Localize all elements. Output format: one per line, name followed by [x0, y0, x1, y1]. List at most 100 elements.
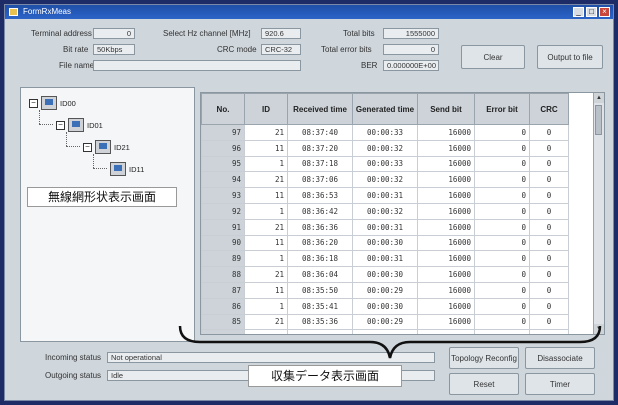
table-cell: 0: [529, 281, 569, 299]
ber-field: 0.000000E+00: [383, 60, 439, 71]
table-cell: 0: [474, 202, 530, 220]
tree-node-id11[interactable]: ID11: [110, 162, 144, 176]
table-cell: 0: [474, 187, 530, 204]
table-cell: 91: [201, 218, 245, 236]
table-cell: 00:00:29: [352, 281, 418, 299]
timer-button[interactable]: Timer: [525, 373, 595, 395]
table-cell: 89: [201, 250, 245, 268]
tree-node-label: ID01: [87, 120, 103, 130]
table-cell: 16000: [417, 234, 475, 252]
table-cell: 0: [474, 281, 530, 299]
table-cell: 93: [201, 187, 245, 204]
table-cell: 0: [529, 187, 569, 204]
col-generated-time[interactable]: Generated time: [352, 93, 418, 125]
table-cell: 96: [201, 139, 245, 157]
total-error-bits-label: Total error bits: [321, 45, 372, 54]
table-cell: 00:00:31: [352, 187, 418, 204]
table-cell: 16000: [417, 155, 475, 173]
col-id[interactable]: ID: [244, 93, 288, 125]
table-cell: 0: [529, 266, 569, 283]
table-cell: 1: [244, 202, 288, 220]
table-cell: 00:00:32: [352, 139, 418, 157]
title-bar: FormRxMeas _ □ ×: [5, 5, 613, 19]
table-row[interactable]: 91 21 08:36:36 00:00:31 16000 0 0: [201, 218, 569, 236]
topology-tree[interactable]: − ID00 − ID01 − ID21 ID11: [20, 87, 195, 342]
table-row[interactable]: 86 1 08:35:41 00:00:30 16000 0 0: [201, 297, 569, 315]
table-cell: 87: [201, 281, 245, 299]
table-cell: 00:00:33: [352, 124, 418, 141]
tree-node-id01[interactable]: − ID01: [56, 118, 103, 132]
tree-node-id00[interactable]: − ID00: [29, 96, 76, 110]
table-cell: 21: [244, 218, 288, 236]
minimize-icon[interactable]: _: [573, 7, 584, 17]
table-cell: 00:00:30: [352, 297, 418, 315]
table-cell: 00:00:30: [352, 266, 418, 283]
table-cell: 16000: [417, 250, 475, 268]
scroll-up-icon[interactable]: ▲: [594, 93, 604, 103]
tree-node-label: ID11: [129, 164, 145, 174]
table-cell: 00:00:33: [352, 155, 418, 173]
crc-mode-label: CRC mode: [217, 45, 257, 54]
file-name-field[interactable]: [93, 60, 301, 71]
table-row[interactable]: 88 21 08:36:04 00:00:30 16000 0 0: [201, 266, 569, 283]
crc-mode-field[interactable]: CRC-32: [261, 44, 301, 55]
table-cell: 95: [201, 155, 245, 173]
table-cell: 08:36:18: [287, 250, 353, 268]
table-row[interactable]: 95 1 08:37:18 00:00:33 16000 0 0: [201, 155, 569, 173]
table-cell: 16000: [417, 297, 475, 315]
table-cell: 08:35:50: [287, 281, 353, 299]
table-header-row: No. ID Received time Generated time Send…: [201, 93, 569, 125]
table-row[interactable]: 97 21 08:37:40 00:00:33 16000 0 0: [201, 124, 569, 141]
table-cell: 00:00:30: [352, 234, 418, 252]
terminal-address-field[interactable]: 0: [93, 28, 135, 39]
table-cell: 00:00:31: [352, 250, 418, 268]
table-cell: 16000: [417, 218, 475, 236]
table-row[interactable]: 92 1 08:36:42 00:00:32 16000 0 0: [201, 202, 569, 220]
total-bits-field: 1555000: [383, 28, 439, 39]
collapse-icon[interactable]: −: [29, 98, 38, 108]
select-channel-label: Select Hz channel [MHz]: [163, 29, 251, 38]
table-cell: 0: [529, 124, 569, 141]
table-cell: 0: [529, 171, 569, 189]
table-cell: 08:37:40: [287, 124, 353, 141]
reset-button[interactable]: Reset: [449, 373, 519, 395]
bit-rate-field[interactable]: 50Kbps: [93, 44, 135, 55]
table-cell: 86: [201, 297, 245, 315]
col-crc[interactable]: CRC: [529, 93, 569, 125]
table-row[interactable]: 94 21 08:37:06 00:00:32 16000 0 0: [201, 171, 569, 189]
data-grid[interactable]: No. ID Received time Generated time Send…: [200, 92, 605, 335]
scroll-thumb[interactable]: [595, 105, 602, 135]
tree-node-label: ID21: [114, 142, 130, 152]
collapse-icon[interactable]: −: [56, 120, 65, 130]
table-cell: 08:36:36: [287, 218, 353, 236]
table-cell: 1: [244, 155, 288, 173]
table-row[interactable]: 93 11 08:36:53 00:00:31 16000 0 0: [201, 187, 569, 204]
computer-icon: [110, 162, 126, 176]
select-channel-field[interactable]: 920.6: [261, 28, 301, 39]
output-to-file-button[interactable]: Output to file: [537, 45, 603, 69]
col-no[interactable]: No.: [201, 93, 245, 125]
data-grid-annotation: 収集データ表示画面: [248, 365, 402, 387]
col-error-bit[interactable]: Error bit: [474, 93, 530, 125]
vertical-scrollbar[interactable]: ▲ ▼: [593, 93, 604, 334]
tree-node-id21[interactable]: − ID21: [83, 140, 130, 154]
collapse-icon[interactable]: −: [83, 142, 92, 152]
col-received-time[interactable]: Received time: [287, 93, 353, 125]
table-cell: 00:00:31: [352, 218, 418, 236]
maximize-icon[interactable]: □: [586, 7, 597, 17]
table-row[interactable]: 89 1 08:36:18 00:00:31 16000 0 0: [201, 250, 569, 268]
col-send-bit[interactable]: Send bit: [417, 93, 475, 125]
table-cell: 08:36:20: [287, 234, 353, 252]
table-cell: 08:37:20: [287, 139, 353, 157]
table-row[interactable]: 96 11 08:37:20 00:00:32 16000 0 0: [201, 139, 569, 157]
incoming-status-label: Incoming status: [45, 353, 102, 362]
table-cell: 08:36:42: [287, 202, 353, 220]
close-icon[interactable]: ×: [599, 7, 610, 17]
table-row[interactable]: 90 11 08:36:20 00:00:30 16000 0 0: [201, 234, 569, 252]
table-row[interactable]: 87 11 08:35:50 00:00:29 16000 0 0: [201, 281, 569, 299]
table-cell: 16000: [417, 124, 475, 141]
table-cell: 0: [474, 124, 530, 141]
table-cell: 16000: [417, 281, 475, 299]
clear-button[interactable]: Clear: [461, 45, 525, 69]
table-cell: 0: [474, 171, 530, 189]
